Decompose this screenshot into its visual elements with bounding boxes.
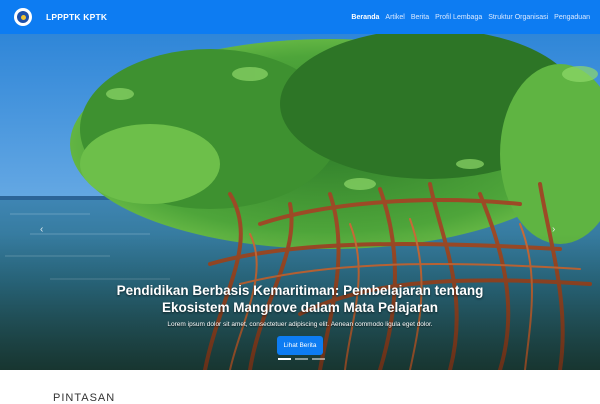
logo-icon <box>14 8 32 26</box>
carousel-indicator[interactable] <box>312 358 325 360</box>
hero-subtitle: Lorem ipsum dolor sit amet, consectetuer… <box>167 321 433 328</box>
brand-name[interactable]: LPPPTK KPTK <box>46 12 107 22</box>
hero-title-line-1: Pendidikan Berbasis Kemaritiman: Pembela… <box>116 283 484 298</box>
nav-link-struktur-organisasi[interactable]: Struktur Organisasi <box>488 14 548 21</box>
section-title-pintasan: PINTASAN <box>53 392 116 404</box>
hero-carousel[interactable]: ‹ › Pendidikan Berbasis Kemaritiman: Pem… <box>0 34 600 370</box>
carousel-indicators <box>276 358 327 360</box>
nav-link-profil-lembaga[interactable]: Profil Lembaga <box>435 14 482 21</box>
nav-link-beranda[interactable]: Beranda <box>351 14 379 21</box>
carousel-indicator[interactable] <box>278 358 291 360</box>
hero-title: Pendidikan Berbasis Kemaritiman: Pembela… <box>80 282 520 316</box>
nav-menu: Beranda Artikel Berita Profil Lembaga St… <box>345 0 590 34</box>
nav-link-pengaduan[interactable]: Pengaduan <box>554 14 590 21</box>
carousel-prev-icon[interactable]: ‹ <box>40 224 43 235</box>
hero-caption: Pendidikan Berbasis Kemaritiman: Pembela… <box>80 282 520 355</box>
carousel-indicator[interactable] <box>295 358 308 360</box>
top-navbar: LPPPTK KPTK Beranda Artikel Berita Profi… <box>0 0 600 34</box>
carousel-next-icon[interactable]: › <box>552 224 555 235</box>
nav-link-berita[interactable]: Berita <box>411 14 429 21</box>
brand[interactable]: LPPPTK KPTK <box>14 8 107 26</box>
lihat-berita-button[interactable]: Lihat Berita <box>276 336 324 355</box>
hero-title-line-2: Ekosistem Mangrove dalam Mata Pelajaran <box>161 300 439 315</box>
nav-link-artikel[interactable]: Artikel <box>385 14 404 21</box>
